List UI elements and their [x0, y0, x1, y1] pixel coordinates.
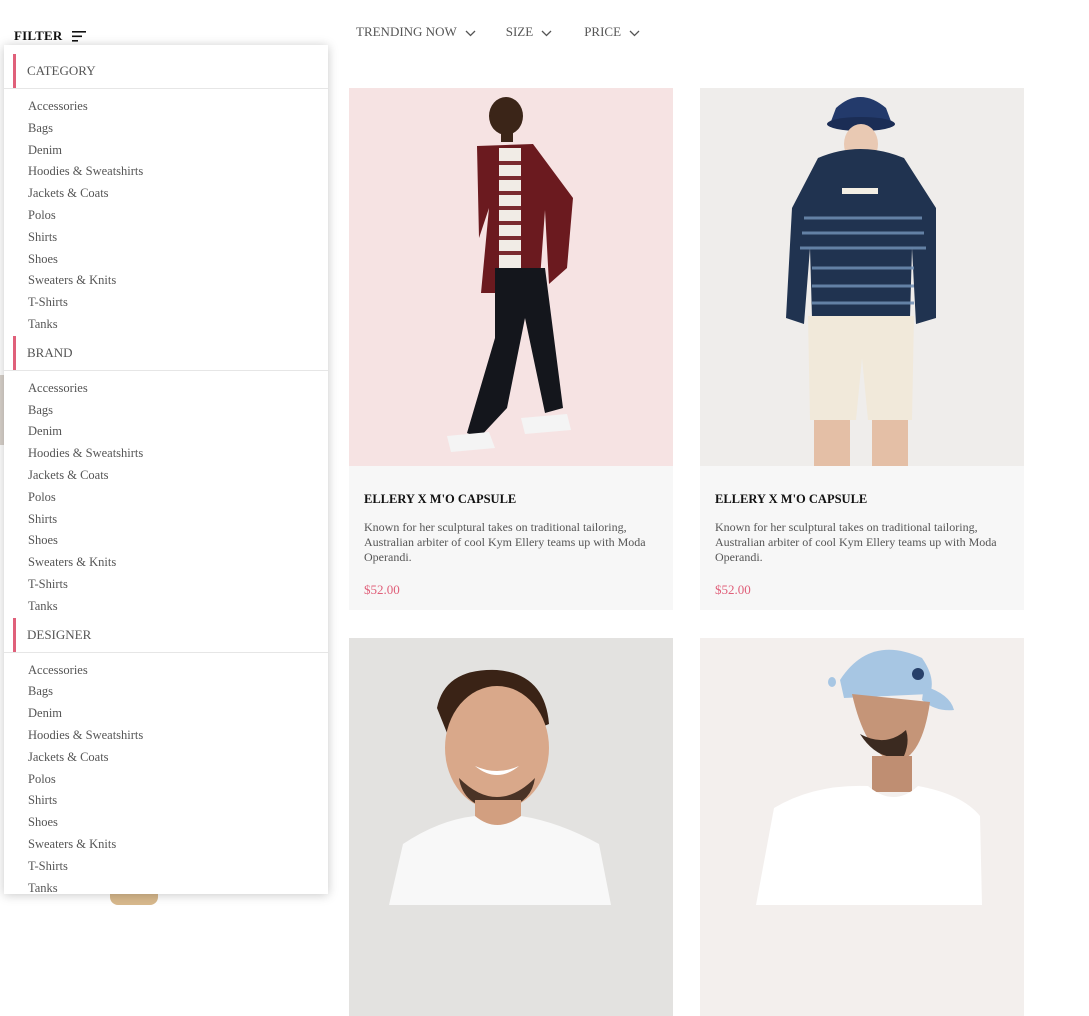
product-card[interactable]: [349, 638, 673, 1016]
model-photo: [389, 669, 611, 905]
filter-option[interactable]: Denim: [4, 140, 328, 162]
product-description: Known for her sculptural takes on tradit…: [364, 520, 646, 564]
filter-option[interactable]: Shoes: [4, 530, 328, 552]
product-image[interactable]: [700, 88, 1024, 466]
filter-option[interactable]: Tanks: [4, 878, 328, 895]
sort-bar: TRENDING NOW SIZE PRICE: [356, 24, 670, 40]
filter-option[interactable]: Sweaters & Knits: [4, 552, 328, 574]
chevron-down-icon: [541, 30, 552, 36]
filter-option[interactable]: Shirts: [4, 790, 328, 812]
product-title[interactable]: ELLERY X M'O CAPSULE: [364, 492, 658, 507]
filter-option[interactable]: Polos: [4, 205, 328, 227]
filter-option[interactable]: Hoodies & Sweatshirts: [4, 161, 328, 183]
filter-option[interactable]: Bags: [4, 118, 328, 140]
filter-option[interactable]: Sweaters & Knits: [4, 270, 328, 292]
model-photo: [447, 97, 573, 452]
filter-option[interactable]: Denim: [4, 703, 328, 725]
filter-option[interactable]: Tanks: [4, 596, 328, 618]
filter-section-category: CATEGORY Accessories Bags Denim Hoodies …: [4, 54, 328, 336]
filter-option[interactable]: Shirts: [4, 509, 328, 531]
filter-option[interactable]: Jackets & Coats: [4, 747, 328, 769]
filter-option[interactable]: Polos: [4, 769, 328, 791]
filter-option[interactable]: Polos: [4, 487, 328, 509]
filter-section-title[interactable]: CATEGORY: [4, 54, 328, 89]
filter-section-designer: DESIGNER Accessories Bags Denim Hoodies …: [4, 617, 328, 894]
filter-option[interactable]: Accessories: [4, 378, 328, 400]
product-image[interactable]: [700, 638, 1024, 1016]
product-info: ELLERY X M'O CAPSULE Known for her sculp…: [700, 466, 1024, 610]
chevron-down-icon: [465, 30, 476, 36]
product-card[interactable]: [700, 638, 1024, 1016]
filter-options-designer: Accessories Bags Denim Hoodies & Sweatsh…: [4, 653, 328, 894]
filter-option[interactable]: Jackets & Coats: [4, 183, 328, 205]
filter-toggle-button[interactable]: FILTER: [14, 28, 87, 44]
filter-option[interactable]: Accessories: [4, 96, 328, 118]
sort-price-dropdown[interactable]: PRICE: [584, 24, 640, 40]
filter-option[interactable]: Shoes: [4, 812, 328, 834]
filter-section-brand: BRAND Accessories Bags Denim Hoodies & S…: [4, 335, 328, 618]
product-card[interactable]: ELLERY X M'O CAPSULE Known for her sculp…: [700, 88, 1024, 610]
sort-size-label: SIZE: [505, 24, 534, 39]
sort-size-dropdown[interactable]: SIZE: [506, 24, 552, 40]
product-price: $52.00: [364, 582, 400, 597]
filter-option[interactable]: Shirts: [4, 227, 328, 249]
filter-section-title[interactable]: DESIGNER: [4, 617, 328, 653]
filter-option[interactable]: Hoodies & Sweatshirts: [4, 725, 328, 747]
sort-trending-label: TRENDING NOW: [356, 24, 457, 39]
product-price: $52.00: [715, 582, 751, 597]
filter-label: FILTER: [14, 28, 63, 43]
filter-options-brand: Accessories Bags Denim Hoodies & Sweatsh…: [4, 371, 328, 618]
filter-option[interactable]: Hoodies & Sweatshirts: [4, 443, 328, 465]
product-description: Known for her sculptural takes on tradit…: [715, 520, 997, 564]
product-info: ELLERY X M'O CAPSULE Known for her sculp…: [349, 466, 673, 610]
sort-trending-dropdown[interactable]: TRENDING NOW: [356, 24, 476, 40]
model-photo: [786, 97, 936, 466]
filter-option[interactable]: T-Shirts: [4, 574, 328, 596]
background-product-edge: [110, 893, 158, 905]
filter-option[interactable]: Tanks: [4, 314, 328, 336]
filter-option[interactable]: Shoes: [4, 249, 328, 271]
filter-option[interactable]: T-Shirts: [4, 292, 328, 314]
filter-panel: CATEGORY Accessories Bags Denim Hoodies …: [4, 45, 328, 894]
filter-section-title[interactable]: BRAND: [4, 335, 328, 371]
filter-option[interactable]: Denim: [4, 421, 328, 443]
product-card[interactable]: ELLERY X M'O CAPSULE Known for her sculp…: [349, 88, 673, 610]
filter-option[interactable]: Bags: [4, 681, 328, 703]
filter-option[interactable]: Sweaters & Knits: [4, 834, 328, 856]
filter-option[interactable]: Jackets & Coats: [4, 465, 328, 487]
product-image[interactable]: [349, 638, 673, 1016]
filter-options-category: Accessories Bags Denim Hoodies & Sweatsh…: [4, 89, 328, 336]
filter-option[interactable]: Accessories: [4, 660, 328, 682]
filter-option[interactable]: T-Shirts: [4, 856, 328, 878]
model-photo: [756, 649, 982, 905]
filter-option[interactable]: Bags: [4, 400, 328, 422]
sort-price-label: PRICE: [584, 24, 622, 39]
chevron-down-icon: [629, 30, 640, 36]
product-image[interactable]: [349, 88, 673, 466]
product-title[interactable]: ELLERY X M'O CAPSULE: [715, 492, 1009, 507]
filter-lines-icon: [72, 30, 87, 42]
